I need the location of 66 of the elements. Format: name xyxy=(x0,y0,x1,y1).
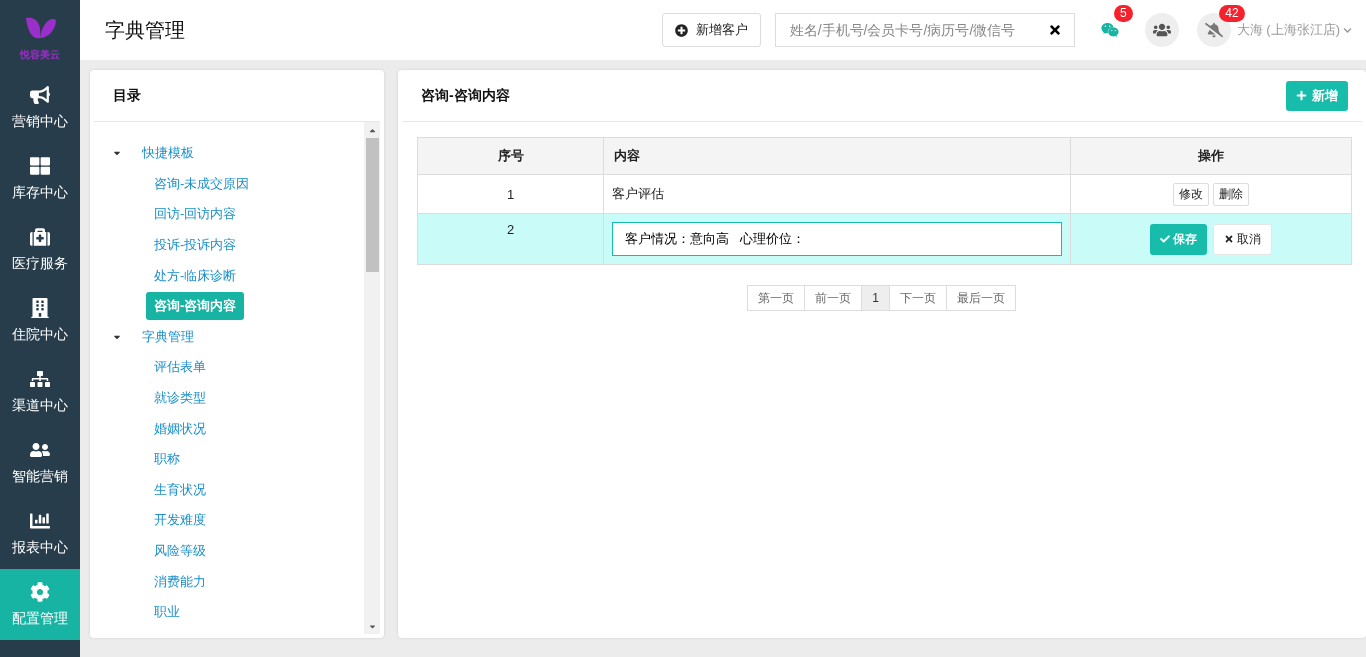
page-button[interactable]: 下一页 xyxy=(888,285,947,311)
scrollbar[interactable] xyxy=(364,122,380,634)
cancel-button[interactable]: 取消 xyxy=(1213,223,1272,255)
page-button[interactable]: 最后一页 xyxy=(945,285,1016,311)
logo-text: 悦容美云 xyxy=(20,48,60,62)
add-button[interactable]: 新增 xyxy=(1286,80,1348,111)
grid-icon xyxy=(30,155,50,176)
tree-item[interactable]: 消费能力 xyxy=(146,567,214,596)
chat-icon[interactable] xyxy=(1100,21,1119,39)
table-cell: 1 xyxy=(417,174,604,214)
scrollbar-thumb[interactable] xyxy=(365,138,379,272)
sidebar-item[interactable]: 医疗服务 xyxy=(0,214,80,285)
new-customer-button[interactable]: 新增客户 xyxy=(661,13,761,47)
chevron-down-icon xyxy=(1343,25,1352,35)
page-button[interactable]: 前一页 xyxy=(804,285,863,311)
column-header: 内容 xyxy=(603,137,1071,175)
tree-item[interactable]: 投诉-投诉内容 xyxy=(146,231,245,260)
panel-title: 咨询-咨询内容 xyxy=(421,86,510,105)
plus-icon xyxy=(1296,90,1307,101)
tree-item[interactable]: 生育状况 xyxy=(146,475,214,504)
close-icon xyxy=(1224,234,1234,244)
tree-item[interactable]: 字典管理 xyxy=(134,322,202,351)
column-header: 序号 xyxy=(417,137,604,175)
input-field[interactable]: 客户情况：意向高 心理价位： xyxy=(612,222,1062,256)
tree-item[interactable]: 职业 xyxy=(146,598,188,627)
table-cell: 2 xyxy=(417,213,604,265)
panel-title: 目录 xyxy=(113,86,141,105)
tree-item[interactable]: 开发难度 xyxy=(146,506,214,535)
edit-button[interactable]: 修改 xyxy=(1173,182,1209,206)
page-title: 字典管理 xyxy=(105,17,186,43)
table-cell: 客户评估 xyxy=(603,174,1071,214)
bullhorn-icon xyxy=(30,84,50,105)
tree-item[interactable]: 咨询-咨询内容 xyxy=(146,292,245,321)
notification-badge: 42 xyxy=(1219,5,1245,22)
tree-item[interactable]: 快捷模板 xyxy=(134,139,202,168)
users-icon[interactable] xyxy=(1152,21,1171,39)
sidebar-item[interactable]: 住院中心 xyxy=(0,285,80,356)
delete-button[interactable]: 删除 xyxy=(1213,182,1249,206)
tree-item[interactable]: 就诊类型 xyxy=(146,384,214,413)
tree-item[interactable]: 婚姻状况 xyxy=(146,414,214,443)
tree-item[interactable]: 处方-临床诊断 xyxy=(146,261,245,290)
search-field[interactable]: 姓名/手机号/会员卡号/病历号/微信号 xyxy=(774,13,1075,47)
tree-item[interactable]: 风险等级 xyxy=(146,537,214,565)
save-button[interactable]: 保存 xyxy=(1150,223,1207,255)
page-button[interactable]: 第一页 xyxy=(747,285,806,311)
building-icon xyxy=(30,297,50,318)
tree-item[interactable]: 咨询-未成交原因 xyxy=(146,169,258,198)
sidebar-item[interactable]: 营销中心 xyxy=(0,72,80,143)
sidebar-item[interactable]: 配置管理 xyxy=(0,569,80,640)
page-button[interactable]: 1 xyxy=(861,285,890,311)
settings-icon xyxy=(30,581,50,602)
close-icon[interactable] xyxy=(1047,23,1062,37)
sidebar-item[interactable]: 报表中心 xyxy=(0,498,80,569)
tree-item[interactable]: 职称 xyxy=(146,445,188,474)
tree-item[interactable]: 评估表单 xyxy=(146,353,214,382)
medkit-icon xyxy=(30,226,50,247)
tree-item[interactable]: 回访-回访内容 xyxy=(146,200,245,229)
user-menu[interactable]: 大海 (上海张江店) xyxy=(1236,21,1352,39)
sidebar-item[interactable]: 库存中心 xyxy=(0,143,80,214)
sidebar-item[interactable]: 渠道中心 xyxy=(0,356,80,427)
column-header: 操作 xyxy=(1070,137,1352,175)
muted-bell-icon[interactable] xyxy=(1204,21,1223,39)
notification-badge: 5 xyxy=(1114,5,1133,22)
check-icon xyxy=(1160,234,1170,244)
sidebar-item[interactable]: 智能营销 xyxy=(0,427,80,498)
sitemap-icon xyxy=(30,368,50,389)
